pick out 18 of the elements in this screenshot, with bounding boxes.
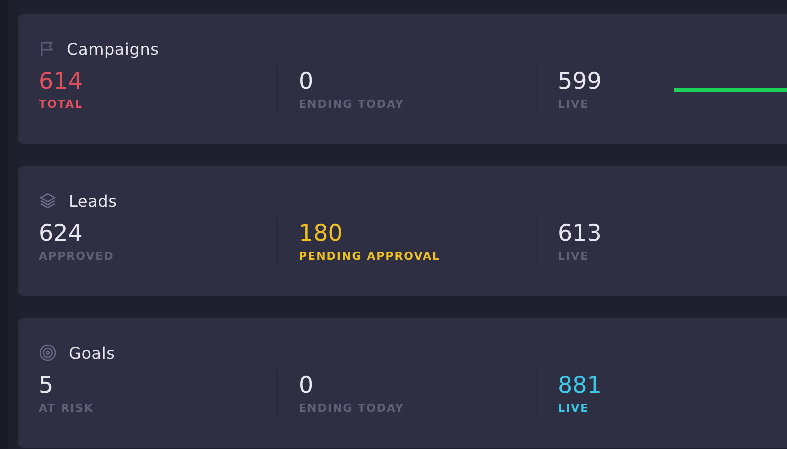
layers-icon: [39, 192, 57, 210]
stat-value: 624: [39, 220, 83, 249]
stat-label: LIVE: [558, 402, 590, 416]
flag-icon: [39, 41, 55, 57]
stat-value: 0: [299, 372, 314, 401]
stat-value: 5: [39, 372, 54, 401]
card-title: Campaigns: [67, 40, 160, 58]
card-title: Leads: [69, 192, 118, 210]
target-icon: [39, 344, 57, 362]
stat-value: 180: [299, 220, 343, 249]
stat-value: 613: [558, 220, 602, 249]
stat-value: 881: [558, 372, 602, 401]
stat-value: 614: [39, 68, 83, 97]
stat-label: PENDING APPROVAL: [299, 250, 441, 264]
stat-label: TOTAL: [39, 98, 84, 112]
stat-value: 599: [558, 68, 602, 97]
card-title: Goals: [69, 344, 116, 362]
stat-value: 0: [299, 68, 314, 97]
